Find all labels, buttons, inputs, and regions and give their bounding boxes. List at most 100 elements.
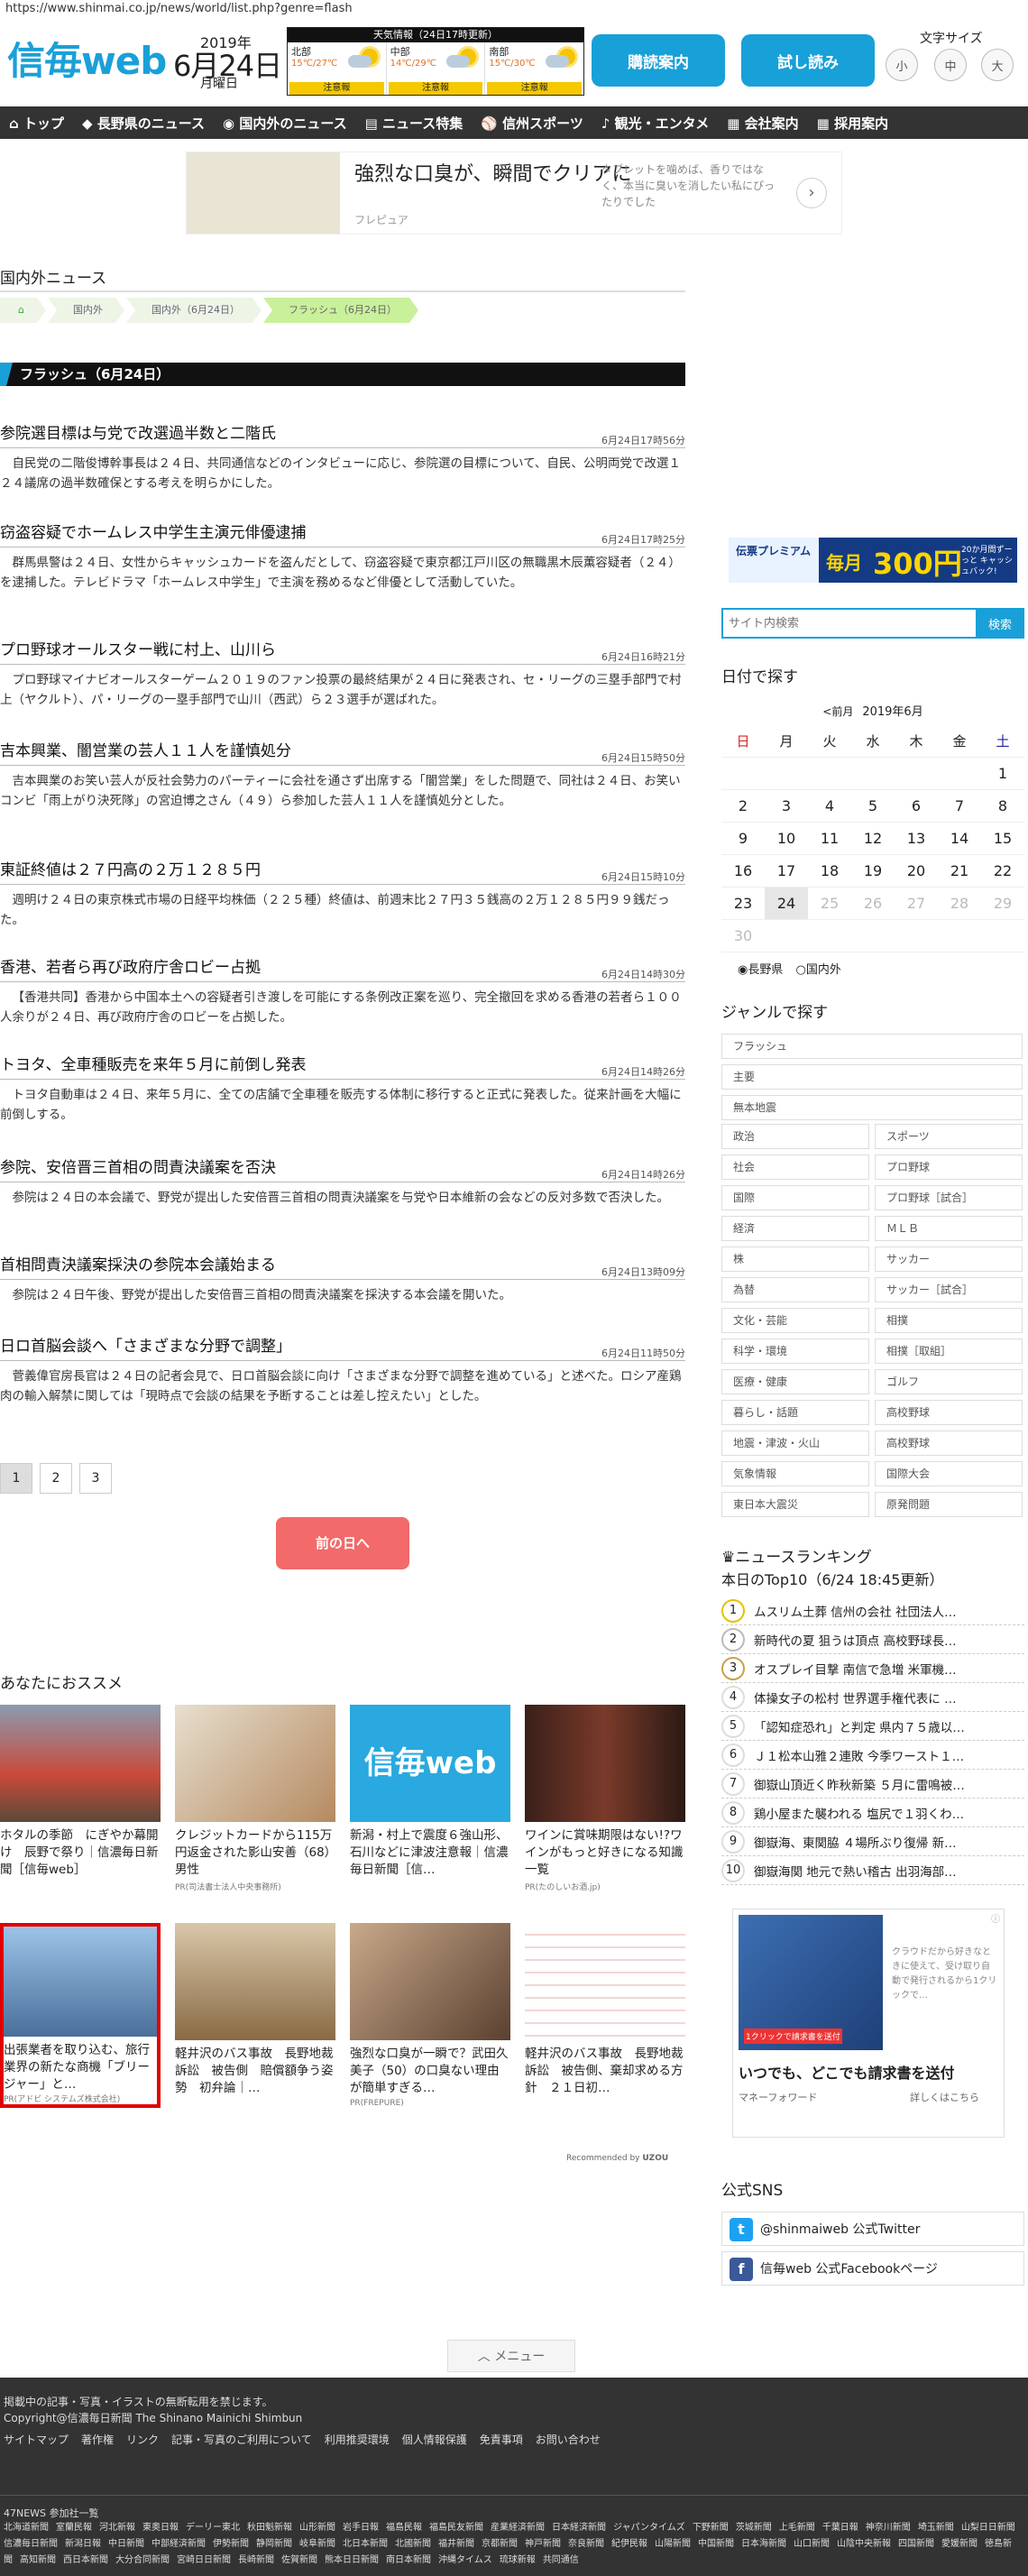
calendar-day[interactable]: 22 bbox=[981, 855, 1024, 888]
footer-paper-link[interactable]: 熊本日日新聞 bbox=[325, 2555, 379, 2565]
footer-paper-link[interactable]: デーリー東北 bbox=[186, 2523, 240, 2533]
genre-button[interactable]: 主要 bbox=[721, 1064, 1023, 1090]
genre-button[interactable]: フラッシュ bbox=[721, 1034, 1023, 1059]
genre-button[interactable]: 科学・環境 bbox=[721, 1339, 869, 1364]
calendar-day[interactable]: 13 bbox=[895, 823, 938, 855]
ranking-item[interactable]: 3 オスプレイ目撃 南信で急増 米軍機… bbox=[721, 1654, 1024, 1683]
footer-paper-link[interactable]: 福島民友新聞 bbox=[429, 2523, 483, 2533]
footer-paper-link[interactable]: 京都新聞 bbox=[482, 2539, 518, 2549]
ad-more-link[interactable]: 詳しくはこちら bbox=[910, 2090, 979, 2104]
footer-paper-link[interactable]: 共同通信 bbox=[543, 2555, 579, 2565]
sidebar-ad[interactable]: 1クリックで請求書を送付 クラウドだから好きなときに使えて、受け取り自動で発行さ… bbox=[732, 1909, 1005, 2138]
footer-paper-link[interactable]: 山陽新聞 bbox=[655, 2539, 691, 2549]
footer-link[interactable]: 免責事項 bbox=[480, 2433, 523, 2446]
article-title[interactable]: 日ロ首脳会談へ「さまざまな分野で調整」 bbox=[0, 1337, 685, 1357]
footer-paper-link[interactable]: 下野新聞 bbox=[693, 2523, 729, 2533]
footer-paper-link[interactable]: 琉球新報 bbox=[500, 2555, 536, 2565]
footer-paper-link[interactable]: 伊勢新聞 bbox=[213, 2539, 249, 2549]
calendar-day[interactable]: 19 bbox=[851, 855, 895, 888]
footer-paper-link[interactable]: 北日本新聞 bbox=[343, 2539, 388, 2549]
nav-top[interactable]: ⌂ トップ bbox=[0, 114, 73, 133]
chevron-right-icon[interactable]: › bbox=[796, 178, 827, 208]
footer-paper-link[interactable]: 山形新聞 bbox=[299, 2523, 335, 2533]
genre-button[interactable]: 社会 bbox=[721, 1155, 869, 1180]
ranking-item[interactable]: 1 ムスリム土葬 信州の会社 社団法人… bbox=[721, 1596, 1024, 1625]
footer-paper-link[interactable]: 大分合同新聞 bbox=[115, 2555, 170, 2565]
footer-paper-link[interactable]: 西日本新聞 bbox=[63, 2555, 108, 2565]
breadcrumb-home[interactable]: ⌂ bbox=[0, 298, 46, 323]
genre-button[interactable]: 高校野球 bbox=[875, 1431, 1023, 1456]
footer-paper-link[interactable]: 愛媛新聞 bbox=[941, 2539, 978, 2549]
genre-button[interactable]: 国際大会 bbox=[875, 1461, 1023, 1486]
genre-button[interactable]: 相撲 bbox=[875, 1308, 1023, 1333]
calendar-day[interactable]: 6 bbox=[895, 790, 938, 823]
calendar-day[interactable]: 8 bbox=[981, 790, 1024, 823]
recommend-card[interactable]: 信毎web 新潟・村上で震度６強山形、石川などに津波注意報｜信濃毎日新聞［信… bbox=[350, 1705, 510, 1881]
genre-button[interactable]: 地震・津波・火山 bbox=[721, 1431, 869, 1456]
top-banner-ad[interactable]: 強烈な口臭が、瞬間でクリアに フレピュア タブレットを噛めば、香りではなく、本当… bbox=[186, 152, 842, 235]
footer-link[interactable]: 個人情報保護 bbox=[402, 2433, 467, 2446]
footer-paper-link[interactable]: 中部経済新聞 bbox=[151, 2539, 206, 2549]
footer-paper-link[interactable]: 福島民報 bbox=[386, 2523, 422, 2533]
article-title[interactable]: 香港、若者ら再び政府庁舎ロビー占拠 bbox=[0, 958, 685, 978]
recommend-card[interactable]: ホタルの季節 にぎやか幕開け 辰野で祭り｜信濃毎日新聞［信毎web］ bbox=[0, 1705, 161, 1881]
subscribe-button[interactable]: 購読案内 bbox=[592, 34, 725, 87]
calendar-day[interactable]: 4 bbox=[808, 790, 851, 823]
font-size-small-button[interactable]: 小 bbox=[886, 49, 918, 81]
font-size-medium-button[interactable]: 中 bbox=[934, 49, 967, 81]
facebook-link[interactable]: f 信毎web 公式Facebookページ bbox=[721, 2251, 1024, 2286]
weather-widget[interactable]: 天気情報（24日17時更新） 北部 15℃/27℃ 注意報 中部 14℃/29℃… bbox=[287, 27, 584, 96]
footer-paper-link[interactable]: 中国新聞 bbox=[698, 2539, 734, 2549]
footer-paper-link[interactable]: 岐阜新聞 bbox=[299, 2539, 335, 2549]
calendar-day[interactable]: 20 bbox=[895, 855, 938, 888]
footer-paper-link[interactable]: 神奈川新聞 bbox=[866, 2523, 911, 2533]
genre-button[interactable]: 東日本大震災 bbox=[721, 1492, 869, 1517]
ranking-item[interactable]: 9 御嶽海、東関脇 ４場所ぶり復帰 新… bbox=[721, 1827, 1024, 1856]
calendar-prev-month[interactable]: <前月 bbox=[822, 705, 853, 718]
article-title[interactable]: トヨタ、全車種販売を来年５月に前倒し発表 bbox=[0, 1055, 685, 1075]
footer-link[interactable]: サイトマップ bbox=[4, 2433, 69, 2446]
genre-button[interactable]: 経済 bbox=[721, 1216, 869, 1241]
genre-button[interactable]: 高校野球 bbox=[875, 1400, 1023, 1425]
ranking-item[interactable]: 8 鶏小屋また襲われる 塩尻で１羽くわ… bbox=[721, 1799, 1024, 1827]
footer-paper-link[interactable]: 奈良新聞 bbox=[568, 2539, 604, 2549]
footer-paper-link[interactable]: 河北新報 bbox=[99, 2523, 135, 2533]
article-title[interactable]: 首相問責決議案採決の参院本会議始まる bbox=[0, 1256, 685, 1275]
calendar-day[interactable]: 15 bbox=[981, 823, 1024, 855]
footer-paper-link[interactable]: 静岡新聞 bbox=[256, 2539, 292, 2549]
footer-paper-link[interactable]: 新潟日報 bbox=[65, 2539, 101, 2549]
nav-nagano[interactable]: ◆ 長野県のニュース bbox=[73, 114, 214, 133]
site-logo[interactable]: 信毎web bbox=[7, 31, 167, 86]
page-button[interactable]: 2 bbox=[40, 1463, 72, 1494]
search-button[interactable]: 検索 bbox=[976, 608, 1024, 639]
radio-world[interactable]: ○国内外 bbox=[796, 963, 841, 977]
calendar-day[interactable]: 2 bbox=[721, 790, 765, 823]
genre-button[interactable]: 国際 bbox=[721, 1185, 869, 1210]
nav-sports[interactable]: ⚾ 信州スポーツ bbox=[472, 114, 592, 133]
calendar-day[interactable]: 11 bbox=[808, 823, 851, 855]
font-size-large-button[interactable]: 大 bbox=[981, 49, 1014, 81]
nav-company[interactable]: ▦ 会社案内 bbox=[718, 114, 807, 133]
footer-link[interactable]: お問い合わせ bbox=[536, 2433, 601, 2446]
nav-features[interactable]: ▤ ニュース特集 bbox=[356, 114, 473, 133]
footer-link[interactable]: リンク bbox=[126, 2433, 159, 2446]
calendar-day[interactable]: 9 bbox=[721, 823, 765, 855]
genre-button[interactable]: 暮らし・話題 bbox=[721, 1400, 869, 1425]
ad-info-icon[interactable]: ⓘ bbox=[991, 1911, 1000, 1925]
footer-link[interactable]: 記事・写真のご利用について bbox=[171, 2433, 312, 2446]
genre-button[interactable]: ＭＬＢ bbox=[875, 1216, 1023, 1241]
ranking-item[interactable]: 10 御嶽海関 地元で熱い稽古 出羽海部… bbox=[721, 1856, 1024, 1885]
calendar-day[interactable]: 12 bbox=[851, 823, 895, 855]
search-input[interactable] bbox=[721, 608, 978, 639]
ranking-item[interactable]: 2 新時代の夏 狙うは頂点 高校野球長… bbox=[721, 1625, 1024, 1654]
genre-button[interactable]: プロ野球［試合］ bbox=[875, 1185, 1023, 1210]
genre-button[interactable]: 無本地震 bbox=[721, 1095, 1023, 1120]
twitter-link[interactable]: t @shinmaiweb 公式Twitter bbox=[721, 2212, 1024, 2246]
recommend-card[interactable]: 軽井沢のバス事故 長野地裁訴訟 被告側、棄却求める方針 ２１日初… bbox=[525, 1923, 685, 2099]
footer-paper-link[interactable]: 佐賀新聞 bbox=[281, 2555, 317, 2565]
breadcrumb-item[interactable]: 国内外（6月24日） bbox=[126, 298, 262, 323]
nav-recruit[interactable]: ▦ 採用案内 bbox=[808, 114, 897, 133]
footer-paper-link[interactable]: 岩手日報 bbox=[343, 2523, 379, 2533]
calendar-day[interactable]: 23 bbox=[721, 888, 765, 920]
genre-button[interactable]: 株 bbox=[721, 1247, 869, 1272]
